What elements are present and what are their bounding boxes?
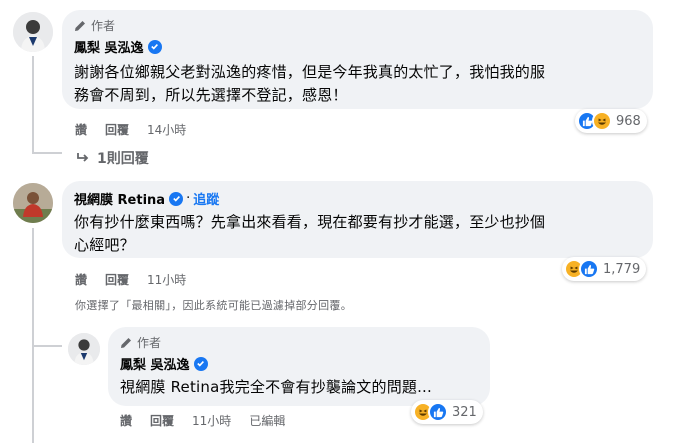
like-reaction-icon — [428, 402, 448, 422]
reply-button[interactable]: 回覆 — [105, 121, 129, 138]
avatar-photo-icon — [13, 183, 53, 223]
comment-text-line: 視網膜 Retina我完全不會有抄襲論文的問題... — [120, 378, 432, 396]
author-avatar[interactable] — [68, 333, 100, 365]
follow-button[interactable]: 追蹤 — [193, 189, 219, 208]
avatar-person-icon — [68, 333, 100, 365]
comment-timestamp[interactable]: 14小時 — [147, 121, 186, 138]
reaction-count: 1,779 — [603, 261, 641, 277]
thread-line — [32, 382, 34, 443]
pen-icon — [121, 337, 131, 348]
commenter-name[interactable]: 鳳梨 吳泓逸 — [120, 354, 190, 373]
reaction-summary[interactable]: 968 — [575, 109, 647, 133]
thread-line — [32, 56, 34, 154]
author-tag: 作者 — [120, 334, 478, 351]
reaction-count: 968 — [616, 113, 641, 129]
author-tag: 作者 — [74, 17, 641, 34]
comment-text: 謝謝各位鄉親父老對泓逸的疼惜，但是今年我真的太忙了，我怕我的服 務會不周到，所以… — [74, 61, 641, 107]
reply-button[interactable]: 回覆 — [105, 271, 129, 288]
reaction-summary[interactable]: 321 — [411, 400, 483, 424]
commenter-name[interactable]: 鳳梨 吳泓逸 — [74, 37, 144, 56]
like-reaction-icon — [579, 259, 599, 279]
view-replies-label: 1則回覆 — [97, 151, 149, 167]
reply-bubble: 作者 鳳梨 吳泓逸 視網膜 Retina我完全不會有抄襲論文的問題... — [108, 327, 490, 406]
comment-actions: 讚 回覆 11小時 已編輯 — [120, 412, 303, 429]
verified-badge-icon — [193, 356, 208, 371]
pen-icon — [75, 20, 85, 31]
reaction-summary[interactable]: 1,779 — [562, 257, 647, 281]
like-button[interactable]: 讚 — [75, 271, 87, 288]
reply-button[interactable]: 回覆 — [150, 412, 174, 429]
comment-text-line: 務會不周到，所以先選擇不登記，感恩！ — [74, 86, 348, 104]
commenter-name-row: 鳳梨 吳泓逸 — [120, 354, 478, 373]
comment-timestamp[interactable]: 11小時 — [192, 412, 231, 429]
filter-notice: 你選擇了「最相關」，因此系統可能已過濾掉部分回覆。 — [75, 299, 352, 312]
avatar-person-icon — [13, 12, 53, 52]
thread-line-curve — [32, 152, 62, 154]
commenter-avatar[interactable] — [13, 183, 53, 223]
comment-text-line: 心經吧？ — [74, 236, 135, 254]
comment-text: 你有抄什麼東西嗎？先拿出來看看，現在都要有抄才能選，至少也抄個 心經吧？ — [74, 211, 641, 257]
comment-actions: 讚 回覆 11小時 — [75, 271, 204, 288]
comment-actions: 讚 回覆 14小時 — [75, 121, 204, 138]
author-tag-label: 作者 — [91, 19, 116, 33]
commenter-name-row: 視網膜 Retina · 追蹤 — [74, 189, 641, 208]
author-avatar[interactable] — [13, 12, 53, 52]
thread-line-curve — [32, 345, 62, 347]
author-tag-label: 作者 — [137, 336, 162, 350]
comment-bubble: 視網膜 Retina · 追蹤 你有抄什麼東西嗎？先拿出來看看，現在都要有抄才能… — [62, 181, 653, 258]
commenter-name-row: 鳳梨 吳泓逸 — [74, 37, 641, 56]
reply-arrow-icon — [77, 153, 89, 162]
comment-text-line: 謝謝各位鄉親父老對泓逸的疼惜，但是今年我真的太忙了，我怕我的服 — [74, 63, 546, 81]
verified-badge-icon — [147, 39, 162, 54]
like-button[interactable]: 讚 — [75, 121, 87, 138]
edited-label[interactable]: 已編輯 — [249, 412, 285, 429]
comment-text-line: 你有抄什麼東西嗎？先拿出來看看，現在都要有抄才能選，至少也抄個 — [74, 213, 546, 231]
verified-badge-icon — [169, 191, 184, 206]
comment-bubble: 作者 鳳梨 吳泓逸 謝謝各位鄉親父老對泓逸的疼惜，但是今年我真的太忙了，我怕我的… — [62, 10, 653, 109]
comment-text: 視網膜 Retina我完全不會有抄襲論文的問題... — [120, 376, 478, 399]
view-replies-link[interactable]: 1則回覆 — [76, 148, 149, 168]
commenter-name[interactable]: 視網膜 Retina — [74, 189, 165, 208]
like-button[interactable]: 讚 — [120, 412, 132, 429]
reaction-count: 321 — [452, 404, 477, 420]
separator-dot: · — [186, 191, 191, 206]
comment-timestamp[interactable]: 11小時 — [147, 271, 186, 288]
haha-reaction-icon — [592, 111, 612, 131]
